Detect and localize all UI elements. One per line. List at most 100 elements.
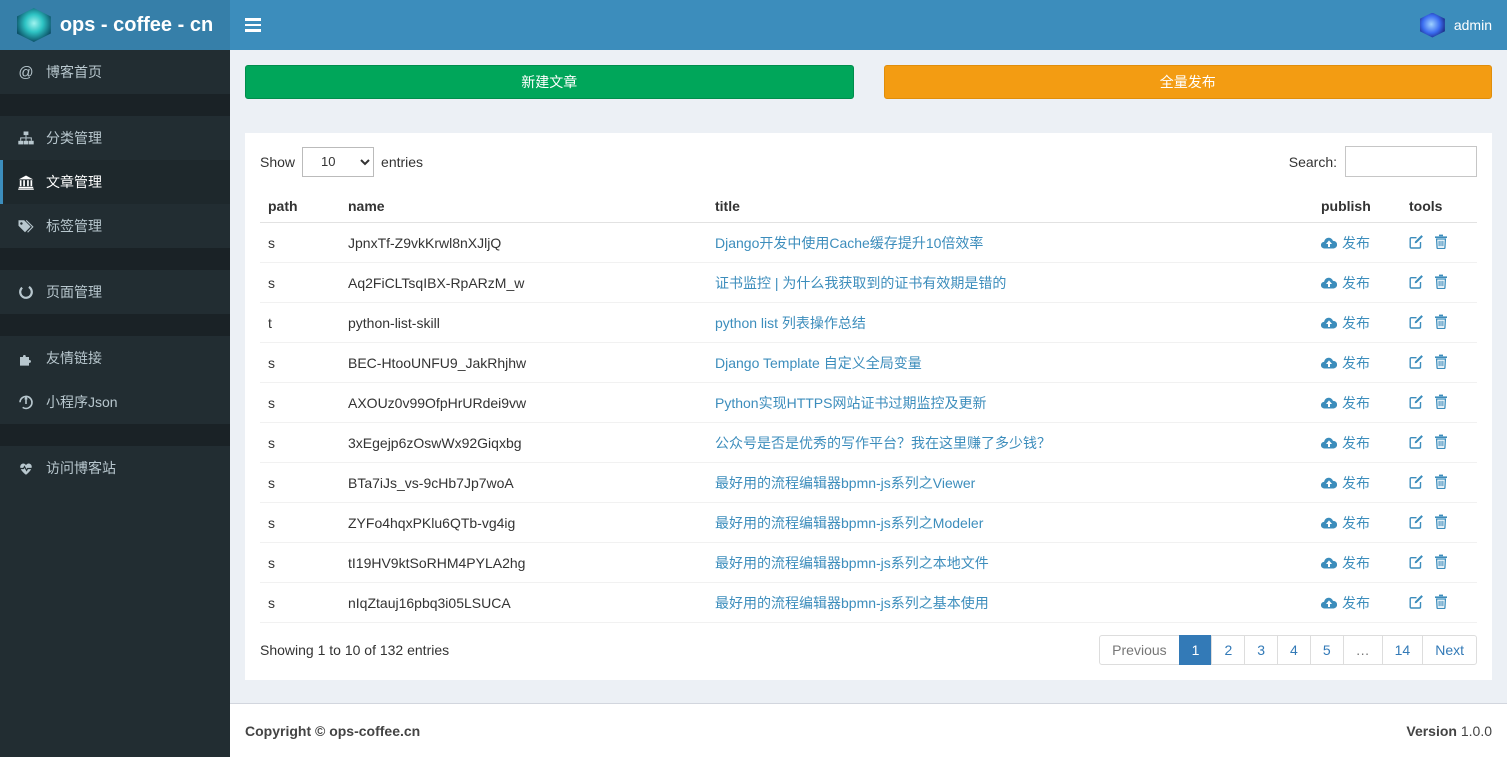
- table-row: s 3xEgejp6zOswWx92Giqxbg 公众号是否是优秀的写作平台？我…: [260, 422, 1477, 463]
- articles-table: path name title publish tools s JpnxTf-Z…: [260, 190, 1477, 623]
- pagination-page-2[interactable]: 2: [1211, 635, 1246, 665]
- table-row: s ZYFo4hqxPKlu6QTb-vg4ig 最好用的流程编辑器bpmn-j…: [260, 502, 1477, 543]
- delete-button[interactable]: [1434, 594, 1448, 609]
- sidebar-item-friend-links[interactable]: 友情链接: [0, 336, 230, 380]
- article-title-link[interactable]: 最好用的流程编辑器bpmn-js系列之Viewer: [715, 475, 975, 491]
- edit-icon: [1409, 555, 1423, 569]
- search-label: Search:: [1288, 153, 1337, 170]
- publish-cell: 发布: [1313, 582, 1401, 623]
- article-title-link[interactable]: 最好用的流程编辑器bpmn-js系列之本地文件: [715, 555, 989, 571]
- menu-toggle-button[interactable]: [230, 0, 275, 50]
- publish-link[interactable]: 发布: [1321, 273, 1370, 293]
- trash-icon: [1434, 234, 1447, 249]
- edit-button[interactable]: [1409, 314, 1424, 329]
- sidebar-item-page-management[interactable]: 页面管理: [0, 270, 230, 314]
- edit-icon: [1409, 355, 1423, 369]
- sidebar-item-category-management[interactable]: 分类管理: [0, 116, 230, 160]
- page-length-select[interactable]: 10: [302, 146, 375, 177]
- article-title-link[interactable]: Django开发中使用Cache缓存提升10倍效率: [715, 235, 983, 251]
- delete-button[interactable]: [1434, 554, 1448, 569]
- user-menu[interactable]: admin: [1405, 0, 1507, 50]
- edit-button[interactable]: [1409, 354, 1424, 369]
- search-input[interactable]: [1345, 146, 1477, 177]
- publish-link[interactable]: 发布: [1321, 593, 1370, 613]
- edit-button[interactable]: [1409, 514, 1424, 529]
- page-footer: Copyright © ops-coffee.cn Version 1.0.0: [230, 703, 1507, 757]
- publish-cell: 发布: [1313, 542, 1401, 583]
- delete-button[interactable]: [1434, 314, 1448, 329]
- article-title-link[interactable]: Django Template 自定义全局变量: [715, 355, 922, 371]
- delete-button[interactable]: [1434, 354, 1448, 369]
- publish-link[interactable]: 发布: [1321, 233, 1370, 253]
- sidebar-item-visit-blog[interactable]: 访问博客站: [0, 446, 230, 490]
- sidebar-item-miniprogram-json[interactable]: 小程序Json: [0, 380, 230, 424]
- publish-all-button[interactable]: 全量发布: [883, 65, 1492, 99]
- cloud-upload-icon: [1321, 597, 1337, 609]
- article-title-link[interactable]: python list 列表操作总结: [715, 315, 866, 331]
- pagination-page-14[interactable]: 14: [1381, 635, 1424, 665]
- article-title-link[interactable]: Python实现HTTPS网站证书过期监控及更新: [715, 395, 986, 411]
- article-title-link[interactable]: 最好用的流程编辑器bpmn-js系列之Modeler: [715, 515, 983, 531]
- title-cell: 最好用的流程编辑器bpmn-js系列之Modeler: [707, 502, 1313, 543]
- pagination-page-5[interactable]: 5: [1309, 635, 1344, 665]
- article-title-link[interactable]: 证书监控 | 为什么我获取到的证书有效期是错的: [715, 275, 1006, 291]
- edit-button[interactable]: [1409, 594, 1424, 609]
- at-icon: @: [18, 63, 34, 81]
- publish-cell: 发布: [1313, 302, 1401, 343]
- table-row: s Aq2FiCLTsqIBX-RpARzM_w 证书监控 | 为什么我获取到的…: [260, 262, 1477, 303]
- edit-button[interactable]: [1409, 394, 1424, 409]
- pagination-page-1[interactable]: 1: [1178, 635, 1213, 665]
- tools-cell: [1401, 582, 1477, 623]
- edit-button[interactable]: [1409, 234, 1424, 249]
- sidebar-item-article-management[interactable]: 文章管理: [0, 160, 230, 204]
- delete-button[interactable]: [1434, 234, 1448, 249]
- column-header-title[interactable]: title: [707, 190, 1313, 223]
- article-title-link[interactable]: 公众号是否是优秀的写作平台？我在这里赚了多少钱？: [715, 435, 1051, 451]
- delete-button[interactable]: [1434, 394, 1448, 409]
- pagination-page-3[interactable]: 3: [1244, 635, 1279, 665]
- column-header-path[interactable]: path: [260, 190, 340, 223]
- new-article-button[interactable]: 新建文章: [245, 65, 854, 99]
- cloud-upload-icon: [1321, 557, 1337, 569]
- rebel-icon: [16, 394, 36, 410]
- brand-title: ops - coffee - cn: [59, 13, 214, 36]
- sidebar: @ 博客首页 分类管理 文章管理 标签管理 页面管理 友情链接 小程序Json …: [0, 50, 230, 757]
- publish-link[interactable]: 发布: [1321, 313, 1370, 333]
- column-header-tools[interactable]: tools: [1401, 190, 1477, 223]
- edit-button[interactable]: [1409, 474, 1424, 489]
- sidebar-item-tag-management[interactable]: 标签管理: [0, 204, 230, 248]
- edit-button[interactable]: [1409, 434, 1424, 449]
- article-title-link[interactable]: 最好用的流程编辑器bpmn-js系列之基本使用: [715, 595, 989, 611]
- publish-link[interactable]: 发布: [1321, 353, 1370, 373]
- column-header-name[interactable]: name: [340, 190, 707, 223]
- table-header-row: path name title publish tools: [260, 190, 1477, 223]
- path-cell: s: [260, 262, 340, 303]
- delete-button[interactable]: [1434, 474, 1448, 489]
- publish-cell: 发布: [1313, 422, 1401, 463]
- delete-button[interactable]: [1434, 434, 1448, 449]
- publish-link[interactable]: 发布: [1321, 513, 1370, 533]
- edit-icon: [1409, 235, 1423, 249]
- column-header-publish[interactable]: publish: [1313, 190, 1401, 223]
- heartbeat-icon: [16, 461, 36, 476]
- publish-link[interactable]: 发布: [1321, 393, 1370, 413]
- edit-icon: [1409, 515, 1423, 529]
- content: 新建文章 全量发布 Show 10 entries Search: path n…: [230, 50, 1507, 703]
- tools-cell: [1401, 302, 1477, 343]
- publish-cell: 发布: [1313, 262, 1401, 303]
- publish-link[interactable]: 发布: [1321, 553, 1370, 573]
- trash-icon: [1434, 354, 1447, 369]
- publish-link[interactable]: 发布: [1321, 473, 1370, 493]
- sidebar-item-blog-home[interactable]: @ 博客首页: [0, 50, 230, 94]
- name-cell: ZYFo4hqxPKlu6QTb-vg4ig: [340, 502, 707, 543]
- edit-button[interactable]: [1409, 274, 1424, 289]
- delete-button[interactable]: [1434, 274, 1448, 289]
- delete-button[interactable]: [1434, 514, 1448, 529]
- edit-button[interactable]: [1409, 554, 1424, 569]
- pagination-next[interactable]: Next: [1422, 635, 1477, 665]
- pagination-page-4[interactable]: 4: [1277, 635, 1311, 665]
- pagination-previous[interactable]: Previous: [1099, 635, 1180, 665]
- brand-logo[interactable]: ops - coffee - cn: [0, 0, 230, 50]
- table-info: Showing 1 to 10 of 132 entries: [260, 642, 450, 658]
- publish-link[interactable]: 发布: [1321, 433, 1370, 453]
